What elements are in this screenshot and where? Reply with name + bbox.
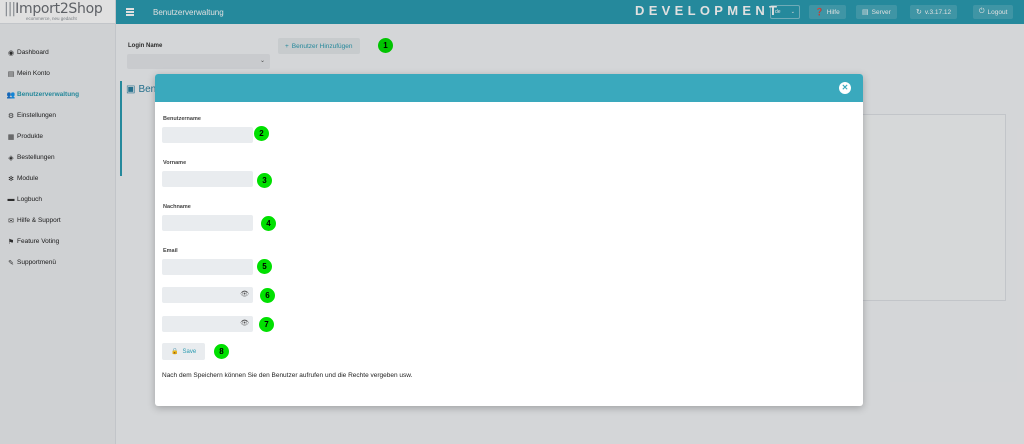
email-input[interactable]: [162, 259, 253, 275]
marker-8: 8: [214, 344, 229, 359]
email-label: Email: [163, 248, 178, 254]
firstname-input[interactable]: [162, 171, 253, 187]
marker-5: 5: [257, 259, 272, 274]
eye-icon[interactable]: 👁: [240, 290, 249, 298]
marker-3: 3: [257, 173, 272, 188]
eye-icon[interactable]: 👁: [240, 319, 249, 327]
username-input[interactable]: [162, 127, 253, 143]
add-user-modal: ✕ Benutzername Vorname Nachname Email 👁 …: [155, 74, 863, 406]
password-repeat-input[interactable]: 👁: [162, 316, 253, 332]
marker-4: 4: [261, 216, 276, 231]
save-label: Save: [182, 348, 197, 355]
close-icon[interactable]: ✕: [839, 82, 851, 94]
password-input[interactable]: 👁: [162, 287, 253, 303]
modal-header: ✕: [155, 74, 863, 102]
marker-6: 6: [260, 288, 275, 303]
firstname-label: Vorname: [163, 160, 187, 166]
marker-2: 2: [254, 126, 269, 141]
lock-icon: 🔒: [171, 349, 179, 355]
username-label: Benutzername: [163, 116, 201, 122]
save-button[interactable]: 🔒 Save: [162, 343, 206, 360]
save-note: Nach dem Speichern können Sie den Benutz…: [162, 372, 413, 379]
marker-7: 7: [259, 317, 274, 332]
lastname-input[interactable]: [162, 215, 253, 231]
lastname-label: Nachname: [163, 204, 191, 210]
